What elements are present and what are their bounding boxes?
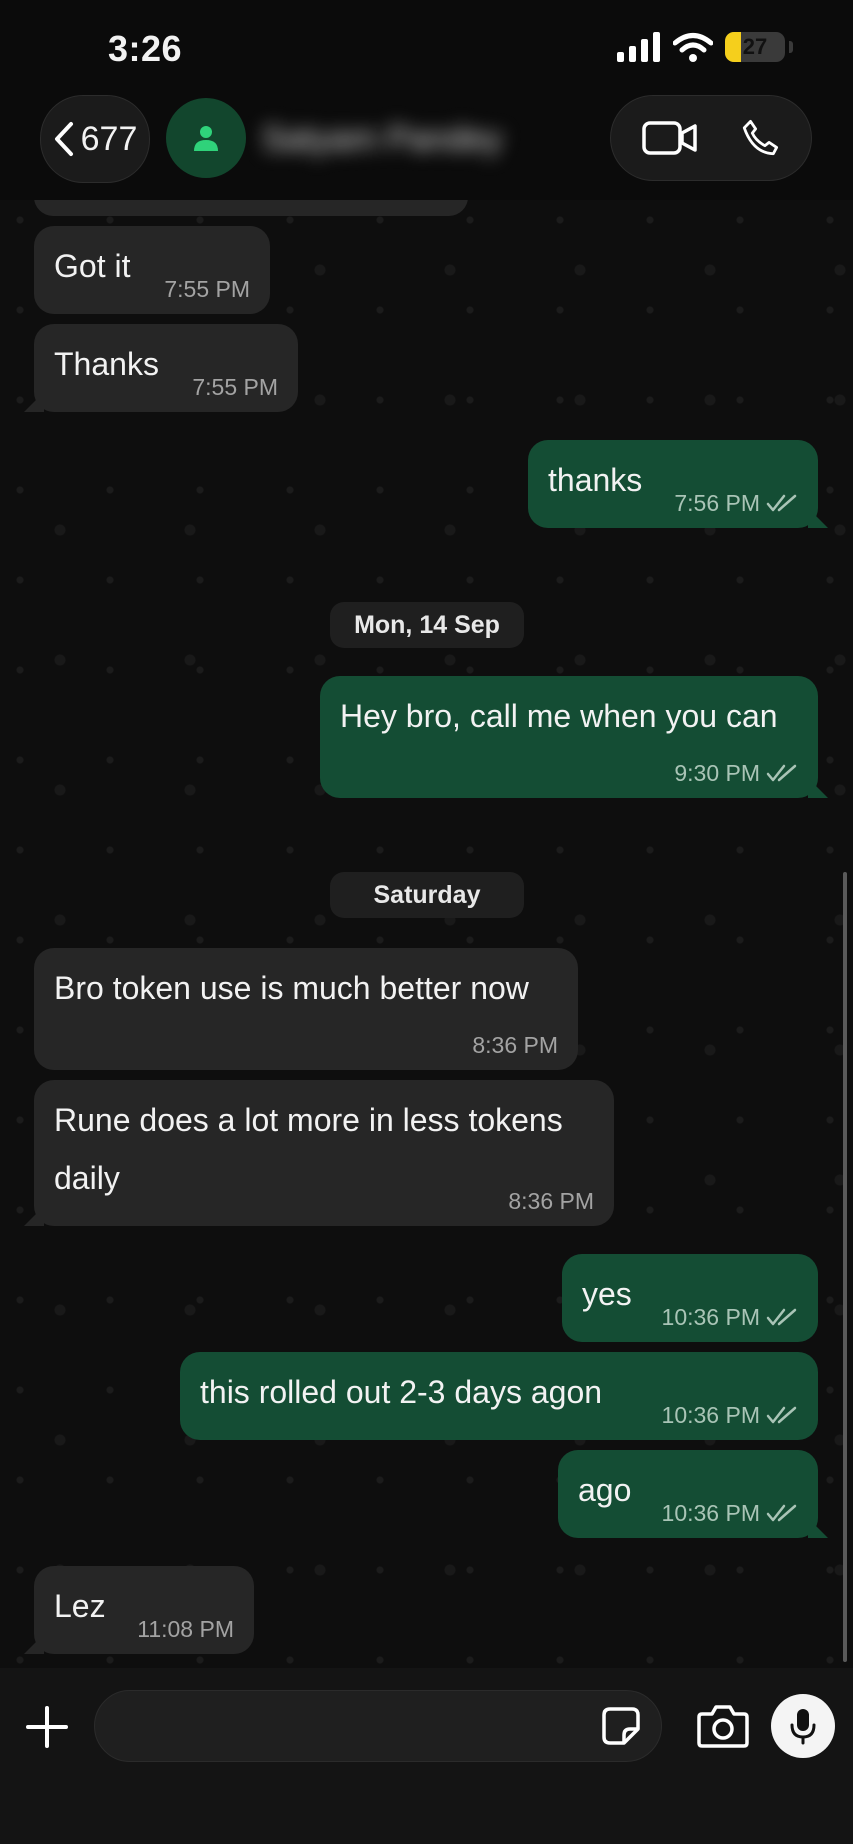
message-text-line-1: Rune does a lot more in less tokens xyxy=(54,1102,563,1138)
read-ticks-icon xyxy=(766,764,797,782)
message-input[interactable] xyxy=(119,1691,583,1763)
sticker-icon[interactable] xyxy=(600,1705,642,1747)
contact-name[interactable]: Satyam Pandey xyxy=(262,120,502,159)
person-icon xyxy=(194,126,218,151)
message-bubble-in[interactable]: Thanks 7:55 PM xyxy=(34,324,298,412)
chat-scrollbar[interactable] xyxy=(843,872,847,1662)
message-text: Bro token use is much better now xyxy=(54,970,529,1006)
video-call-icon[interactable] xyxy=(641,120,698,156)
message-bubble-out[interactable]: ago 10:36 PM xyxy=(558,1450,818,1538)
chat-area[interactable]: Got it 7:55 PM Thanks 7:55 PM thanks 7:5… xyxy=(0,200,853,1668)
message-text: thanks xyxy=(548,462,643,498)
message-time: 7:55 PM xyxy=(192,374,278,400)
partial-message-bubble xyxy=(34,200,468,216)
read-ticks-icon xyxy=(766,1308,797,1326)
message-time: 8:36 PM xyxy=(508,1188,594,1214)
camera-icon[interactable] xyxy=(696,1702,750,1750)
message-bubble-in[interactable]: Got it 7:55 PM xyxy=(34,226,270,314)
message-text: Thanks xyxy=(54,346,159,382)
plus-icon[interactable] xyxy=(22,1702,72,1752)
message-bubble-in[interactable]: Lez 11:08 PM xyxy=(34,1566,254,1654)
battery-icon: 27 xyxy=(725,32,785,62)
message-time: 10:36 PM xyxy=(661,1500,760,1526)
message-time: 9:30 PM xyxy=(674,760,760,786)
unread-count: 677 xyxy=(80,119,138,158)
message-text: Lez xyxy=(54,1588,106,1624)
phone-icon[interactable] xyxy=(739,117,781,159)
status-icons: 27 xyxy=(617,32,793,62)
mic-button[interactable] xyxy=(771,1694,835,1758)
message-bubble-out[interactable]: Hey bro, call me when you can 9:30 PM xyxy=(320,676,818,798)
message-input-field[interactable] xyxy=(94,1690,662,1763)
read-ticks-icon xyxy=(766,1406,797,1424)
message-text-line-2: daily xyxy=(54,1160,120,1196)
message-time: 7:55 PM xyxy=(164,276,250,302)
message-text: Hey bro, call me when you can xyxy=(340,698,778,734)
battery-percent: 27 xyxy=(742,34,768,59)
message-time-wrap: 9:30 PM xyxy=(674,760,798,786)
battery-tip xyxy=(789,41,793,53)
message-time-wrap: 7:56 PM xyxy=(674,490,798,516)
back-chevron-icon xyxy=(54,122,73,156)
wifi-icon xyxy=(673,33,713,62)
message-time: 10:36 PM xyxy=(661,1402,760,1428)
message-bubble-in[interactable]: Bro token use is much better now 8:36 PM xyxy=(34,948,578,1070)
message-text: this rolled out 2-3 days agon xyxy=(200,1374,603,1410)
message-text: yes xyxy=(582,1276,632,1312)
message-bubble-out[interactable]: yes 10:36 PM xyxy=(562,1254,818,1342)
back-button[interactable]: 677 xyxy=(40,95,150,183)
message-bubble-in[interactable]: Rune does a lot more in less tokens dail… xyxy=(34,1080,614,1226)
battery-level xyxy=(725,32,742,62)
contact-avatar[interactable] xyxy=(166,98,246,178)
date-separator: Saturday xyxy=(330,872,524,918)
message-bubble-out[interactable]: this rolled out 2-3 days agon 10:36 PM xyxy=(180,1352,818,1440)
message-time: 10:36 PM xyxy=(661,1304,760,1330)
message-time-wrap: 10:36 PM xyxy=(662,1500,798,1526)
chat-screen: 3:26 27 677 Satyam Pandey Got it 7:55 PM… xyxy=(0,0,853,1844)
message-bubble-out[interactable]: thanks 7:56 PM xyxy=(528,440,818,528)
read-ticks-icon xyxy=(766,494,797,512)
message-time-wrap: 10:36 PM xyxy=(662,1402,798,1428)
date-separator: Mon, 14 Sep xyxy=(330,602,524,648)
read-ticks-icon xyxy=(766,1504,797,1522)
signal-icon xyxy=(617,32,660,62)
message-text: ago xyxy=(578,1472,632,1508)
mic-icon xyxy=(790,1709,816,1745)
message-time: 7:56 PM xyxy=(674,490,760,516)
call-actions xyxy=(610,95,812,181)
message-time-wrap: 10:36 PM xyxy=(662,1304,798,1330)
message-time: 11:08 PM xyxy=(137,1616,234,1642)
message-text: Got it xyxy=(54,248,131,284)
message-time: 8:36 PM xyxy=(472,1032,558,1058)
status-time: 3:26 xyxy=(108,28,183,69)
